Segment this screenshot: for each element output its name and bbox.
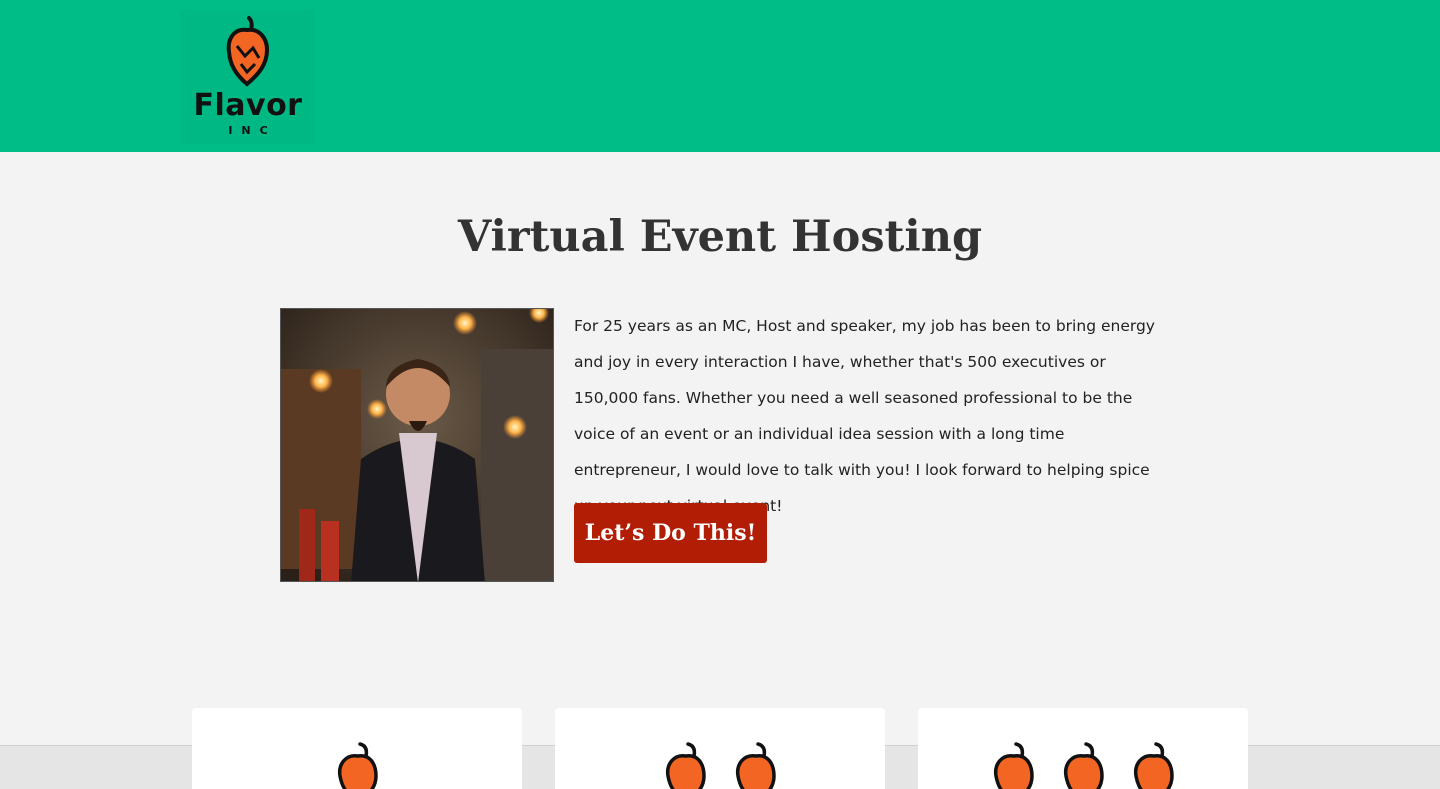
pepper-icon xyxy=(1063,742,1104,789)
logo-wordmark: Flavor xyxy=(193,88,303,123)
pepper-rating-1 xyxy=(192,742,522,789)
host-portrait-image xyxy=(280,308,554,582)
logo-subtext: INC xyxy=(228,124,277,137)
pricing-card-2[interactable] xyxy=(555,708,885,789)
pepper-rating-2 xyxy=(555,742,885,789)
pepper-rating-3 xyxy=(918,742,1248,789)
lets-do-this-button[interactable]: Let’s Do This! xyxy=(574,503,767,563)
page-title: Virtual Event Hosting xyxy=(457,212,983,262)
pepper-icon xyxy=(665,742,706,789)
host-bio-text: For 25 years as an MC, Host and speaker,… xyxy=(574,317,1155,515)
pepper-icon xyxy=(337,742,378,789)
pricing-card-3[interactable] xyxy=(918,708,1248,789)
site-header: Flavor INC xyxy=(0,0,1440,152)
pepper-icon xyxy=(735,742,776,789)
pricing-card-1[interactable] xyxy=(192,708,522,789)
pepper-icon xyxy=(993,742,1034,789)
flavor-inc-logo[interactable]: Flavor INC xyxy=(180,10,314,144)
pepper-logo-icon xyxy=(226,16,270,87)
pepper-icon xyxy=(1133,742,1174,789)
